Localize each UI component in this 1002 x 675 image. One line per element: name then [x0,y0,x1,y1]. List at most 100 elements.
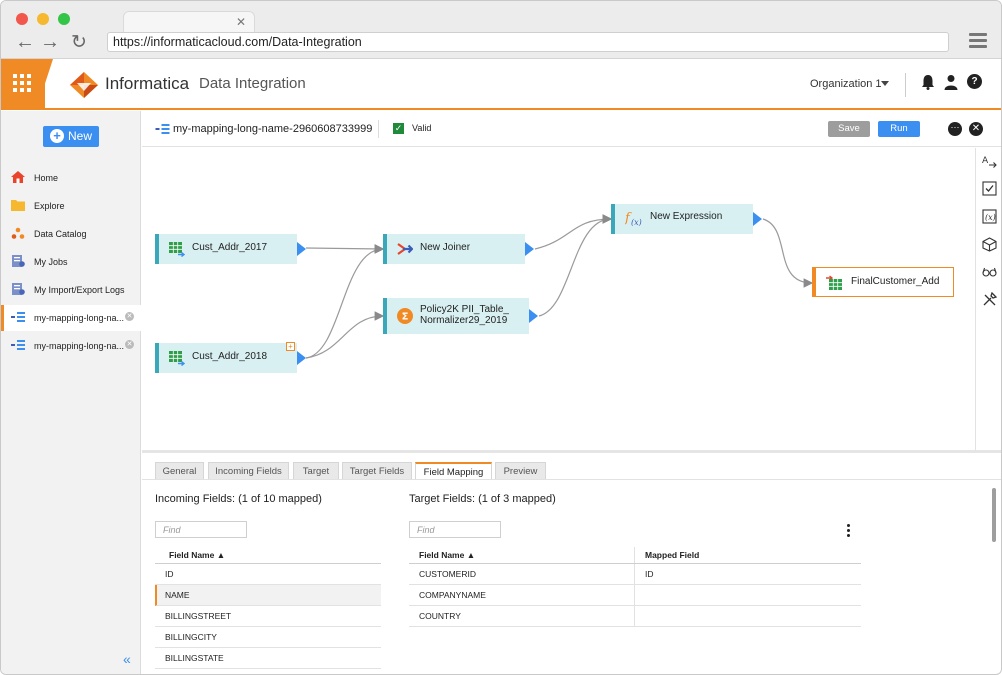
forward-arrow-icon[interactable]: → [40,31,60,54]
notification-bell-icon[interactable] [921,74,935,90]
source-table-icon [169,351,185,366]
help-icon[interactable]: ? [967,74,982,89]
mapping-canvas[interactable]: Cust_Addr_2017 Cust_Addr_2018 + New Join… [142,148,975,450]
table-row[interactable]: COMPANYNAME [409,585,861,606]
target-table-icon [826,275,842,290]
tab-field-mapping[interactable]: Field Mapping [415,462,492,479]
table-header: Field Name ▲ Mapped Field [409,547,861,564]
close-tab-icon[interactable]: ✕ [125,340,134,349]
incoming-search-input[interactable]: Find [155,521,247,538]
chevron-down-icon[interactable] [881,81,889,86]
translate-icon[interactable]: A [982,154,997,169]
table-row[interactable]: CUSTOMERID ID [409,564,861,585]
target-fields-title: Target Fields: (1 of 3 mapped) [409,493,556,505]
tab-target-fields[interactable]: Target Fields [342,462,412,479]
expression-node[interactable]: f (x) New Expression [611,204,762,234]
table-row[interactable]: BILLINGSTATE [155,648,381,669]
joiner-node[interactable]: New Joiner [383,234,534,264]
save-button[interactable]: Save [828,121,870,137]
source-node[interactable]: Cust_Addr_2018 + [155,342,306,373]
table-row[interactable]: ID [155,564,381,585]
target-node[interactable]: FinalCustomer_Add [812,267,954,297]
reload-icon[interactable]: ↻ [69,31,89,54]
normalizer-icon: Σ [397,308,413,324]
tab-general[interactable]: General [155,462,204,479]
sidebar-item-open-mapping-1[interactable]: my-mapping-long-na... ✕ [1,305,141,331]
folder-icon [11,200,25,211]
close-window-button[interactable] [16,13,28,25]
tab-preview[interactable]: Preview [495,462,546,479]
new-button[interactable]: + New [43,126,99,147]
svg-text:Σ: Σ [402,312,409,323]
sidebar-item-data-catalog[interactable]: Data Catalog [1,221,141,247]
more-options-icon[interactable] [847,524,850,539]
app-header: Informatica Data Integration Organizatio… [1,59,1001,110]
tab-incoming-fields[interactable]: Incoming Fields [208,462,289,479]
informatica-logo-icon [70,72,98,98]
table-row-selected[interactable]: NAME [155,585,381,606]
more-actions-icon[interactable]: ··· [948,122,962,136]
table-row[interactable]: COUNTRY [409,606,861,627]
minimize-window-button[interactable] [37,13,49,25]
normalizer-node[interactable]: Σ Policy2K PII_Table_ Normalizer29_2019 [383,298,538,334]
source-table-icon [169,242,185,257]
normalizer-label-line2: Normalizer29_2019 [420,315,508,326]
grid-icon [13,74,31,92]
link-lines [305,214,814,359]
output-port[interactable] [525,242,534,256]
svg-text:A: A [982,156,989,166]
tab-target[interactable]: Target [293,462,339,479]
preview-glasses-icon[interactable] [982,264,997,279]
table-header: Field Name ▲ [155,547,381,564]
output-port[interactable] [529,309,538,323]
properties-toolbar: A (x) [975,148,1001,450]
organization-selector[interactable]: Organization 1 [810,78,882,90]
catalog-icon [11,227,25,239]
browser-tab[interactable]: ✕ [123,11,255,33]
checklist-icon[interactable] [982,181,997,196]
target-search-input[interactable]: Find [409,521,501,538]
sidebar-item-import-export-logs[interactable]: My Import/Export Logs [1,277,141,303]
cube-icon[interactable] [982,237,997,252]
browser-menu-icon[interactable] [969,33,987,51]
tab-close-icon[interactable]: ✕ [236,15,246,29]
add-field-icon[interactable]: + [286,342,295,351]
sidebar-item-explore[interactable]: Explore [1,193,141,219]
sidebar-item-home[interactable]: Home [1,165,141,191]
normalizer-label-line1: Policy2K PII_Table_ [420,304,509,315]
mapping-toolbar: my-mapping-long-name-2960608733999 ✓ Val… [142,111,1001,147]
tools-icon[interactable] [982,292,997,307]
joiner-icon [397,243,413,255]
function-icon[interactable]: (x) [982,209,997,224]
sort-field-name-header[interactable]: Field Name ▲ [419,550,475,560]
mapped-field-header: Mapped Field [645,550,700,560]
product-name: Data Integration [199,75,306,92]
sidebar-item-open-mapping-2[interactable]: my-mapping-long-na... ✕ [1,333,141,359]
panel-scrollbar[interactable] [992,488,996,542]
close-icon[interactable]: ✕ [969,122,983,136]
source-node[interactable]: Cust_Addr_2017 [155,234,306,264]
mapping-name: my-mapping-long-name-2960608733999 [173,123,373,135]
user-profile-icon[interactable] [944,74,958,90]
maximize-window-button[interactable] [58,13,70,25]
output-port[interactable] [297,242,306,256]
incoming-fields-table: Field Name ▲ ID NAME BILLINGSTREET BILLI… [155,547,381,669]
target-fields-table: Field Name ▲ Mapped Field CUSTOMERID ID … [409,547,861,627]
svg-text:(x): (x) [985,213,996,222]
back-arrow-icon[interactable]: ← [15,31,35,54]
properties-tabs: General Incoming Fields Target Target Fi… [142,453,1001,480]
run-button[interactable]: Run [878,121,920,137]
incoming-fields-title: Incoming Fields: (1 of 10 mapped) [155,493,322,505]
collapse-sidebar-icon[interactable]: « [123,651,131,667]
plus-icon: + [50,129,64,143]
table-row[interactable]: BILLINGSTREET [155,606,381,627]
close-tab-icon[interactable]: ✕ [125,312,134,321]
mapping-icon [155,124,170,134]
table-row[interactable]: BILLINGCITY [155,627,381,648]
mapping-icon [11,312,25,322]
output-port[interactable] [753,212,762,226]
sort-field-name-header[interactable]: Field Name ▲ [169,550,225,560]
address-bar[interactable]: https://informaticacloud.com/Data-Integr… [107,32,949,52]
output-port[interactable] [297,351,306,365]
sidebar-item-my-jobs[interactable]: My Jobs [1,249,141,275]
